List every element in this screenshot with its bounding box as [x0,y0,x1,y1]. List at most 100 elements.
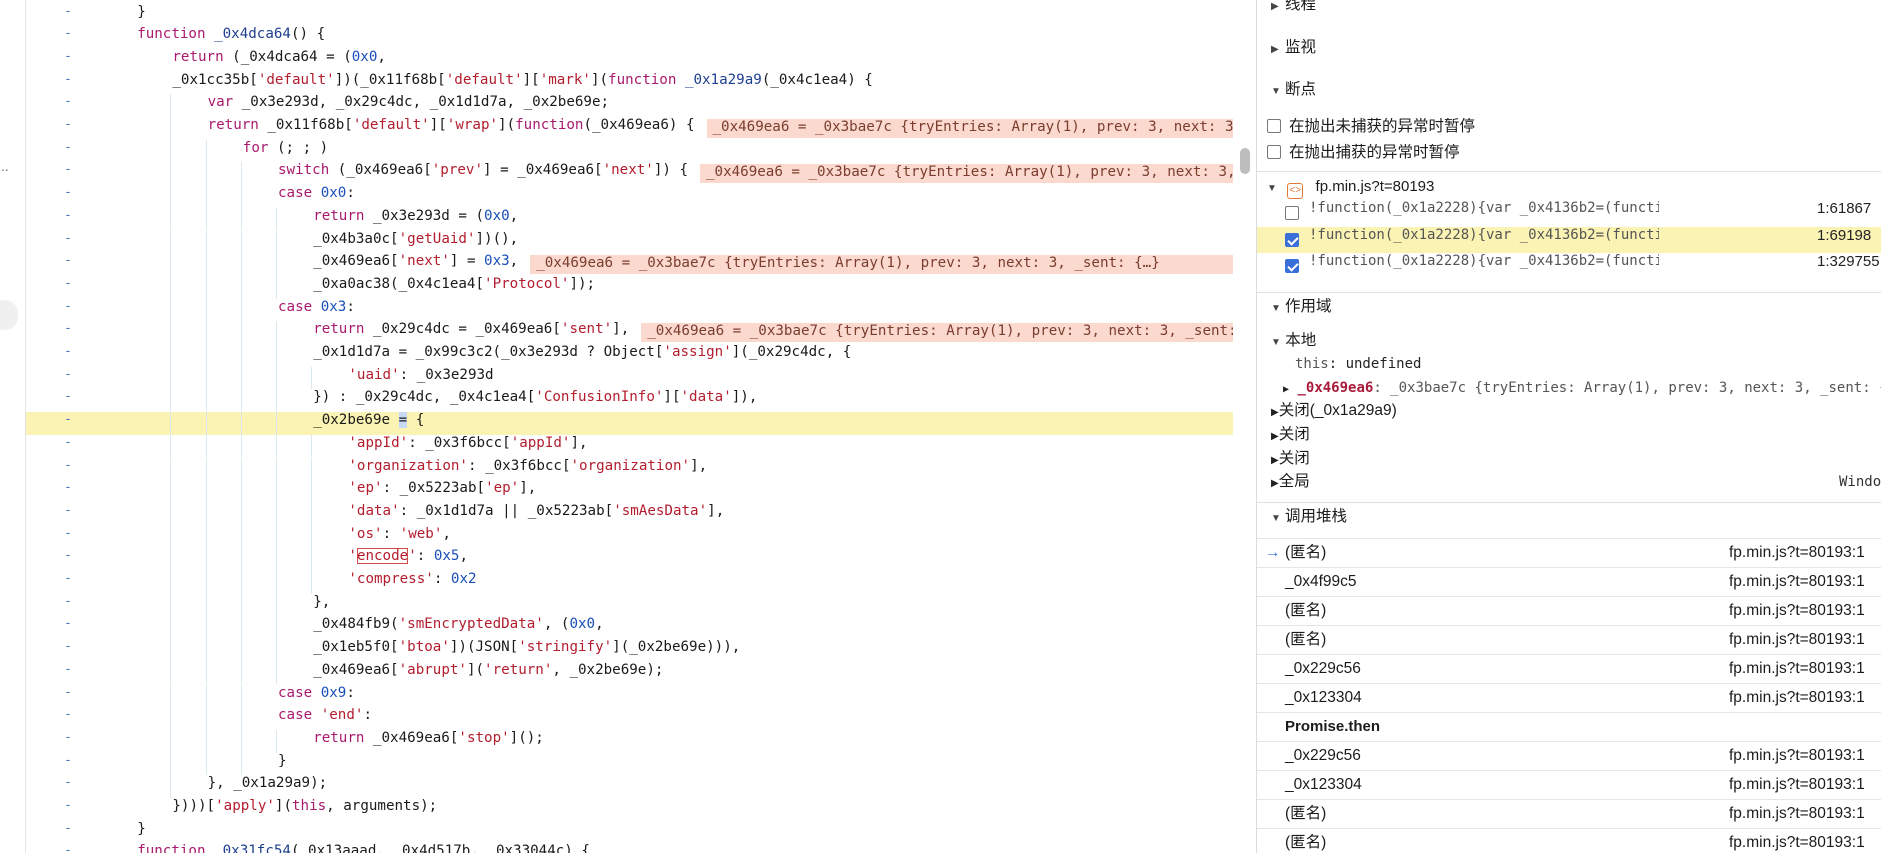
line-gutter-marker[interactable]: - [64,458,84,473]
code-line[interactable]: - _0x2be69e = { [26,412,1233,435]
code-line[interactable]: -} [26,752,1233,776]
section-watch[interactable]: ▶ 监视 [1257,34,1881,62]
breakpoint-row[interactable]: !function(_0x1a2228){var _0x4136b2=(func… [1257,226,1881,253]
code-line[interactable]: - case 0x9: [26,684,1233,708]
scope-this-row[interactable]: this: undefined [1295,352,1421,376]
code-line[interactable]: - _0x469ea6['next'] = 0x3, _0x469ea6 = _0x… [26,253,1233,276]
line-gutter-marker[interactable]: - [64,821,84,836]
line-gutter-marker[interactable]: - [64,435,84,450]
scope-closure-3[interactable]: ▶关闭 [1271,447,1310,471]
line-gutter-marker[interactable]: - [64,775,84,790]
code-line[interactable]: - _0x484fb9('smEncryptedData', (0x0, [26,616,1233,640]
breakpoint-checkbox[interactable] [1285,259,1299,273]
line-gutter-marker[interactable]: - [64,412,84,427]
code-line[interactable]: - 'compress': 0x2 [26,571,1233,594]
line-gutter-marker[interactable]: - [64,185,84,200]
collapse-handle[interactable] [0,300,18,330]
callstack-frame[interactable]: _0x123304 fp.min.js?t=80193:1 [1257,683,1881,711]
code-line[interactable]: - 'os': 'web', [26,525,1233,549]
code-line[interactable]: - case 'end': [26,707,1233,730]
line-gutter-marker[interactable]: - [64,503,84,518]
scope-closure-2[interactable]: ▶关闭 [1271,423,1310,447]
code-line[interactable]: - switch (_0x469ea6['prev'] = _0x469ea6['… [26,162,1233,186]
code-line[interactable]: -} [26,4,1233,27]
code-line[interactable]: - _0xa0ac38(_0x4c1ea4['Protocol']); [26,275,1233,299]
pause-uncaught-option[interactable]: 在抛出未捕获的异常时暂停 [1267,115,1475,139]
line-gutter-marker[interactable]: - [64,571,84,586]
line-gutter-marker[interactable]: - [64,685,84,700]
callstack-frame[interactable]: _0x123304 fp.min.js?t=80193:1 [1257,770,1881,798]
callstack-frame[interactable]: (匿名) fp.min.js?t=80193:1 [1257,596,1881,624]
code-line[interactable]: - return (_0x4dca64 = (0x0, [26,49,1233,72]
line-gutter-marker[interactable]: - [64,616,84,631]
breakpoint-file-row[interactable]: ▼ <> fp.min.js?t=80193 [1267,175,1434,199]
line-gutter-marker[interactable]: - [64,753,84,768]
line-gutter-marker[interactable]: - [64,49,84,64]
line-gutter-marker[interactable]: - [64,798,84,813]
code-line[interactable]: - 'encode': 0x5, [26,548,1233,571]
line-gutter-marker[interactable]: - [64,231,84,246]
code-line[interactable]: - function _0x31fc54(_0x13aaad, _0x4d517b… [26,843,1233,853]
line-gutter-marker[interactable]: - [64,208,84,223]
code-line[interactable]: - case 0x3: [26,298,1233,322]
section-breakpoints[interactable]: ▼ 断点 [1257,76,1881,104]
line-gutter-marker[interactable]: - [64,4,84,19]
code-line[interactable]: - _0x469ea6['abrupt']('return', _0x2be69e… [26,661,1233,685]
callstack-frame[interactable]: (匿名) fp.min.js?t=80193:1 [1257,799,1881,827]
code-line[interactable]: -}) : _0x29c4dc, _0x4c1ea4['ConfusionInf… [26,389,1233,413]
scope-var-row[interactable]: ▶ _0x469ea6: _0x3bae7c {tryEntries: Arra… [1283,376,1881,400]
code-line[interactable]: - _0x4b3a0c['getUaid'])(), [26,230,1233,254]
line-gutter-marker[interactable]: - [64,707,84,722]
breakpoint-checkbox[interactable] [1285,206,1299,220]
line-gutter-marker[interactable]: - [64,117,84,132]
line-gutter-marker[interactable]: - [64,276,84,291]
code-line[interactable]: - 'data': _0x1d1d7a || _0x5223ab['smAesDa… [26,502,1233,526]
breakpoint-checkbox[interactable] [1285,232,1299,247]
line-gutter-marker[interactable]: - [64,548,84,563]
line-gutter-marker[interactable]: - [64,94,84,109]
code-line[interactable]: - return _0x11f68b['default']['wrap'](fun… [26,117,1233,140]
inline-value-preview[interactable]: _0x469ea6 = _0x3bae7c {tryEntries: Array… [706,119,1233,138]
section-threads[interactable]: ▶ 线程 [1257,0,1881,19]
code-line[interactable]: -}, [26,593,1233,617]
line-gutter-marker[interactable]: - [64,299,84,314]
line-gutter-marker[interactable]: - [64,321,84,336]
line-gutter-marker[interactable]: - [64,730,84,745]
callstack-frame[interactable]: (匿名) fp.min.js?t=80193:1 [1257,625,1881,653]
code-line[interactable]: - case 0x0: [26,185,1233,208]
code-line[interactable]: - function _0x4dca64() { [26,26,1233,49]
code-editor[interactable]: -} - function _0x4dca64() {- return (_0x4dc… [26,0,1233,853]
callstack-frame[interactable]: (匿名) fp.min.js?t=80193:1 [1257,828,1881,853]
code-line[interactable]: -})))['apply'](this, arguments); [26,798,1233,821]
line-gutter-marker[interactable]: - [64,639,84,654]
code-line[interactable]: - return _0x469ea6['stop'](); [26,729,1233,753]
code-line[interactable]: -} [26,821,1233,844]
inline-value-preview[interactable]: _0x469ea6 = _0x3bae7c {tryEntries: Array… [530,255,1233,275]
code-line[interactable]: - 'organization': _0x3f6bcc['organization… [26,457,1233,481]
line-gutter-marker[interactable]: - [64,162,84,177]
line-gutter-marker[interactable]: - [64,594,84,609]
callstack-frame[interactable]: _0x229c56 fp.min.js?t=80193:1 [1257,654,1881,682]
code-line[interactable]: - _0x1cc35b['default'])(_0x11f68b['defaul… [26,72,1233,95]
section-scope[interactable]: ▼ 作用域 [1257,292,1881,320]
code-line[interactable]: - return _0x29c4dc = _0x469ea6['sent'], _0… [26,321,1233,344]
callstack-frame[interactable]: _0x229c56 fp.min.js?t=80193:1 [1257,741,1881,769]
line-gutter-marker[interactable]: - [64,344,84,359]
code-line[interactable]: - 'ep': _0x5223ab['ep'], [26,480,1233,503]
inline-value-preview[interactable]: _0x469ea6 = _0x3bae7c {tryEntries: Array… [700,164,1233,184]
line-gutter-marker[interactable]: - [64,26,84,41]
code-line[interactable]: -}, _0x1a29a9); [26,775,1233,798]
scope-global[interactable]: ▶全局 Window [1271,470,1881,494]
pause-caught-checkbox[interactable] [1267,145,1281,159]
line-gutter-marker[interactable]: - [64,526,84,541]
line-gutter-marker[interactable]: - [64,662,84,677]
code-line[interactable]: - _0x1eb5f0['btoa'])(JSON['stringify'](_0… [26,639,1233,662]
code-line[interactable]: - return _0x3e293d = (0x0, [26,207,1233,231]
editor-scrollbar-thumb[interactable] [1240,148,1250,174]
line-gutter-marker[interactable]: - [64,253,84,268]
callstack-frame[interactable]: → (匿名) fp.min.js?t=80193:1 [1257,538,1881,566]
code-line[interactable]: - _0x1d1d7a = _0x99c3c2(_0x3e293d ? Objec… [26,344,1233,367]
section-callstack[interactable]: ▼ 调用堆栈 [1257,502,1881,530]
scope-local[interactable]: ▼ 本地 [1271,329,1316,353]
inline-value-preview[interactable]: _0x469ea6 = _0x3bae7c {tryEntries: Array… [641,323,1233,343]
